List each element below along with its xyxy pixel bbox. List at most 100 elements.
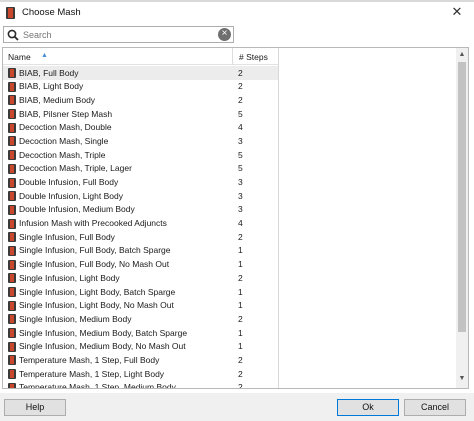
mash-tun-icon xyxy=(8,122,16,133)
help-button[interactable]: Help xyxy=(4,399,66,416)
mash-name: Decoction Mash, Triple xyxy=(19,149,106,160)
table-row[interactable]: Single Infusion, Medium Body 2 xyxy=(3,312,278,326)
mash-tun-icon xyxy=(8,177,16,188)
column-header-steps[interactable]: # Steps xyxy=(239,52,268,62)
mash-tun-icon xyxy=(8,314,16,325)
search-input[interactable] xyxy=(23,28,213,41)
mash-steps: 5 xyxy=(238,108,243,119)
column-header-steps-cell[interactable]: # Steps xyxy=(232,48,278,65)
mash-name: BIAB, Light Body xyxy=(19,81,84,92)
mash-steps: 5 xyxy=(238,163,243,174)
mash-tun-icon xyxy=(8,382,16,388)
vertical-scrollbar[interactable]: ▲ ▼ xyxy=(456,48,468,388)
mash-tun-icon xyxy=(8,341,16,352)
table-row[interactable]: BIAB, Pilsner Step Mash 5 xyxy=(3,107,278,121)
table-row[interactable]: Single Infusion, Medium Body, No Mash Ou… xyxy=(3,340,278,354)
mash-name: Single Infusion, Medium Body xyxy=(19,313,132,324)
mash-name: Decoction Mash, Double xyxy=(19,122,112,133)
table-row[interactable]: BIAB, Full Body 2 xyxy=(3,66,278,80)
table-row[interactable]: Single Infusion, Full Body, No Mash Out 1 xyxy=(3,258,278,272)
table-row[interactable]: Decoction Mash, Single 3 xyxy=(3,134,278,148)
table-row[interactable]: Double Infusion, Full Body 3 xyxy=(3,176,278,190)
mash-name: Double Infusion, Light Body xyxy=(19,190,123,201)
search-box[interactable]: × xyxy=(3,26,234,43)
mash-table: Name ▲ # Steps BIAB, Full Body 2 BIAB, Lig… xyxy=(3,48,279,388)
mash-tun-icon xyxy=(8,136,16,147)
table-row[interactable]: Single Infusion, Medium Body, Batch Spar… xyxy=(3,326,278,340)
mash-tun-icon xyxy=(8,68,16,78)
mash-name: Infusion Mash with Precooked Adjuncts xyxy=(19,218,167,229)
cancel-button[interactable]: Cancel xyxy=(404,399,466,416)
table-row[interactable]: BIAB, Light Body 2 xyxy=(3,80,278,94)
table-row[interactable]: Double Infusion, Medium Body 3 xyxy=(3,203,278,217)
mash-name: Single Infusion, Medium Body, Batch Spar… xyxy=(19,327,188,338)
table-row[interactable]: Single Infusion, Light Body, Batch Sparg… xyxy=(3,285,278,299)
mash-tun-icon xyxy=(8,95,16,106)
mash-name: BIAB, Full Body xyxy=(19,67,79,78)
table-row[interactable]: Decoction Mash, Triple 5 xyxy=(3,148,278,162)
table-row[interactable]: Single Infusion, Full Body, Batch Sparge… xyxy=(3,244,278,258)
mash-steps: 2 xyxy=(238,94,243,105)
search-icon xyxy=(7,29,19,41)
mash-name: Single Infusion, Medium Body, No Mash Ou… xyxy=(19,341,186,352)
mash-tun-icon xyxy=(8,287,16,297)
mash-name: Temperature Mash, 1 Step, Medium Body xyxy=(19,382,176,388)
mash-name: Single Infusion, Light Body, Batch Sparg… xyxy=(19,286,176,297)
scroll-up-icon[interactable]: ▲ xyxy=(456,50,468,60)
mash-tun-icon xyxy=(8,191,16,202)
mash-tun-icon xyxy=(8,204,16,215)
ok-button[interactable]: Ok xyxy=(337,399,399,416)
mash-steps: 4 xyxy=(238,122,243,133)
mash-tun-icon xyxy=(8,218,16,229)
table-row[interactable]: Double Infusion, Light Body 3 xyxy=(3,189,278,203)
table-row[interactable]: BIAB, Medium Body 2 xyxy=(3,93,278,107)
mash-steps: 1 xyxy=(238,286,243,297)
mash-steps: 4 xyxy=(238,218,243,229)
table-row[interactable]: Decoction Mash, Triple, Lager 5 xyxy=(3,162,278,176)
mash-tun-icon xyxy=(8,150,16,161)
mash-steps: 2 xyxy=(238,354,243,365)
mash-tun-icon xyxy=(8,232,16,243)
title-bar: Choose Mash ✕ xyxy=(0,2,474,24)
column-header-name[interactable]: Name xyxy=(8,52,31,62)
clear-icon[interactable]: × xyxy=(218,28,231,41)
table-row[interactable]: Single Infusion, Light Body, No Mash Out… xyxy=(3,299,278,313)
table-row[interactable]: Temperature Mash, 1 Step, Light Body 2 xyxy=(3,367,278,381)
mash-steps: 3 xyxy=(238,177,243,187)
table-row[interactable]: Temperature Mash, 1 Step, Full Body 2 xyxy=(3,353,278,367)
table-row[interactable]: Temperature Mash, 1 Step, Medium Body 2 xyxy=(3,381,278,388)
scroll-thumb[interactable] xyxy=(458,62,466,332)
mash-name: BIAB, Pilsner Step Mash xyxy=(19,108,113,119)
scroll-down-icon[interactable]: ▼ xyxy=(456,374,468,384)
mash-steps: 2 xyxy=(238,272,243,283)
mash-tun-icon xyxy=(8,245,16,256)
mash-steps: 1 xyxy=(238,341,243,352)
mash-steps: 1 xyxy=(238,300,243,311)
close-button[interactable]: ✕ xyxy=(440,2,474,24)
mash-tun-icon xyxy=(8,273,16,284)
table-row[interactable]: Single Infusion, Full Body 2 xyxy=(3,230,278,244)
mash-steps: 3 xyxy=(238,204,243,215)
mash-steps: 2 xyxy=(238,67,243,78)
mash-name: Single Infusion, Light Body, No Mash Out xyxy=(19,300,174,311)
window-title: Choose Mash xyxy=(22,7,81,18)
mash-steps: 1 xyxy=(238,245,243,256)
mash-name: Double Infusion, Full Body xyxy=(19,177,119,187)
mash-tun-icon xyxy=(8,259,16,270)
mash-name: Decoction Mash, Single xyxy=(19,135,109,146)
table-row[interactable]: Single Infusion, Light Body 2 xyxy=(3,271,278,285)
mash-name: Single Infusion, Full Body, Batch Sparge xyxy=(19,245,171,256)
sort-ascending-icon: ▲ xyxy=(41,52,48,59)
mash-name: BIAB, Medium Body xyxy=(19,94,96,105)
mash-tun-icon xyxy=(8,300,16,311)
table-row[interactable]: Decoction Mash, Double 4 xyxy=(3,121,278,135)
mash-name: Decoction Mash, Triple, Lager xyxy=(19,163,132,174)
table-header: Name ▲ # Steps xyxy=(3,48,278,65)
mash-steps: 1 xyxy=(238,259,243,270)
mash-steps: 2 xyxy=(238,313,243,324)
table-row[interactable]: Infusion Mash with Precooked Adjuncts 4 xyxy=(3,217,278,231)
mash-tun-icon xyxy=(8,81,16,92)
mash-name: Single Infusion, Full Body, No Mash Out xyxy=(19,259,170,270)
mash-name: Double Infusion, Medium Body xyxy=(19,204,135,215)
mash-tun-icon xyxy=(8,109,16,120)
